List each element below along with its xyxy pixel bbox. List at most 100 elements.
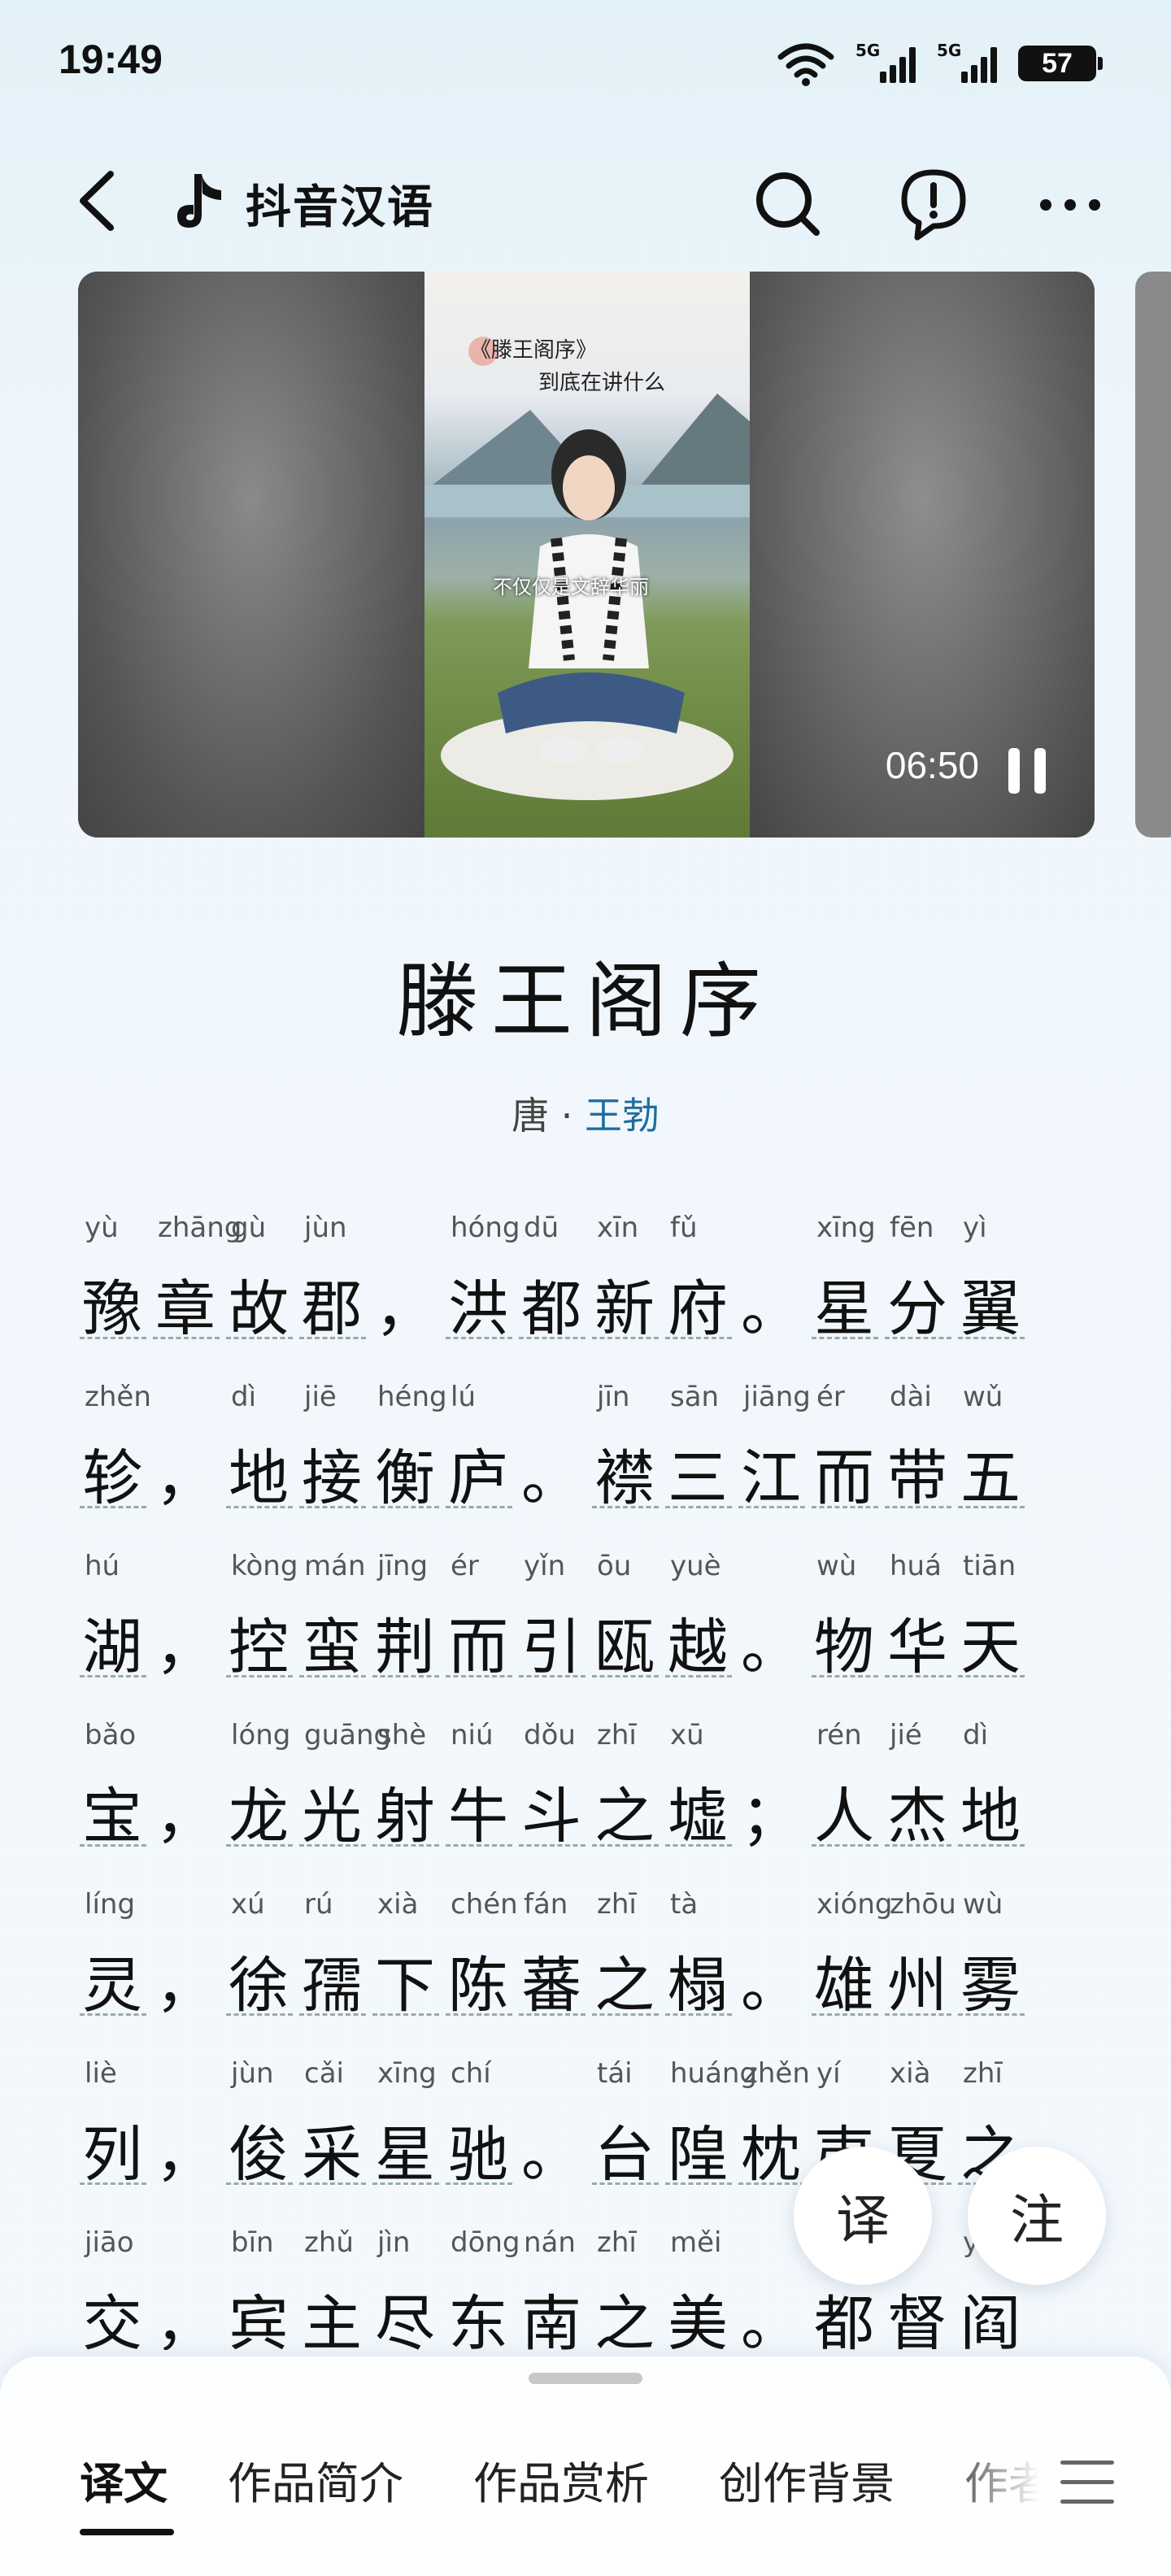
poem-character[interactable]: 带 [882,1429,953,1516]
poem-character[interactable]: 蕃 [516,1937,587,2024]
next-video-card[interactable] [1135,272,1171,838]
search-icon[interactable] [747,163,828,244]
poem-character[interactable]: 宝 [76,1768,148,1855]
poem-character[interactable]: 府 [662,1260,734,1347]
word-underline [80,1675,146,1677]
poem-character[interactable]: 物 [808,1599,880,1686]
poem-character[interactable]: 地 [223,1429,294,1516]
poem-character[interactable]: 陈 [442,1937,514,2024]
tab-appreciation[interactable]: 作品赏析 [473,2448,649,2512]
poem-character[interactable]: 美 [662,2275,734,2350]
poem-character[interactable]: 台 [589,2106,660,2193]
poem-character[interactable]: 雄 [808,1937,880,2024]
poem-character[interactable]: 湖 [76,1599,148,1686]
poem-author-link[interactable]: 王勃 [585,1094,660,1138]
poem-character[interactable]: 之 [589,1937,660,2024]
poem-character[interactable]: 交 [76,2275,148,2350]
poem-line: líng 灵， xú 徐 rú 孺 xià 下 chén 陈 fán 蕃 zhī 之 tà 榻。 xióng 雄 z… [76,1888,1052,2057]
poem-character[interactable]: 光 [296,1768,368,1855]
annotate-button[interactable]: 注 [968,2147,1106,2285]
pinyin: hóng [451,1212,520,1244]
poem-character[interactable]: 牛 [442,1768,514,1855]
poem-character[interactable]: 豫 [76,1260,148,1347]
poem-character[interactable]: 孺 [296,1937,368,2024]
poem-character[interactable]: 州 [882,1937,953,2024]
poem-character[interactable]: 庐 [442,1429,514,1516]
poem-character[interactable]: 翼 [955,1260,1026,1347]
poem-character[interactable]: 地 [955,1768,1026,1855]
poem-character[interactable]: 尽 [369,2275,441,2350]
pinyin: dì [963,1719,989,1751]
menu-icon[interactable] [1060,2457,1114,2506]
poem-character[interactable]: 三 [662,1429,734,1516]
pinyin: xīn [597,1212,639,1244]
video-player[interactable]: 《滕王阁序》 到底在讲什么 不仅仅是文辞华丽 06:50 [78,272,1095,838]
poem-character[interactable]: 新 [589,1260,660,1347]
poem-character[interactable]: 故 [223,1260,294,1347]
poem-character[interactable]: 列 [76,2106,148,2193]
poem-character[interactable]: 驰 [442,2106,514,2193]
poem-character[interactable]: 接 [296,1429,368,1516]
poem-character[interactable]: 采 [296,2106,368,2193]
poem-character[interactable]: 轸 [76,1429,148,1516]
poem-character[interactable]: 分 [882,1260,953,1347]
pause-icon[interactable] [1005,748,1051,794]
poem-character[interactable]: 郡 [296,1260,368,1347]
poem-character[interactable]: 而 [442,1599,514,1686]
poem-character[interactable]: 人 [808,1768,880,1855]
poem-character[interactable]: 榻 [662,1937,734,2024]
pinyin: xióng [816,1888,893,1921]
poem-character[interactable]: 星 [808,1260,880,1347]
poem-character[interactable]: 章 [150,1260,221,1347]
pinyin: zhāng [158,1212,242,1244]
poem-character[interactable]: 荆 [369,1599,441,1686]
poem-character[interactable]: 襟 [589,1429,660,1516]
poem-character[interactable]: 雾 [955,1937,1026,2024]
poem-character[interactable]: 东 [442,2275,514,2350]
poem-character[interactable]: 灵 [76,1937,148,2024]
poem-character[interactable]: 下 [369,1937,441,2024]
poem-character[interactable]: 射 [369,1768,441,1855]
video-title-line1: 《滕王阁序》 [470,338,598,363]
translate-button[interactable]: 译 [794,2147,932,2285]
poem-character[interactable]: 都 [516,1260,587,1347]
poem-character[interactable]: 都 [808,2275,880,2350]
tab-translation[interactable]: 译文 [80,2448,168,2512]
tab-intro[interactable]: 作品简介 [228,2448,403,2512]
poem-character[interactable]: 天 [955,1599,1026,1686]
poem-character[interactable]: 华 [882,1599,953,1686]
poem-character[interactable]: 督 [882,2275,953,2350]
poem-character[interactable]: 而 [808,1429,880,1516]
poem-character[interactable]: 五 [955,1429,1026,1516]
poem-character[interactable]: 杰 [882,1768,953,1855]
tab-background[interactable]: 创作背景 [719,2448,895,2512]
back-icon[interactable] [68,164,133,237]
poem-character[interactable]: 枕 [735,2106,807,2193]
poem-character[interactable]: 衡 [369,1429,441,1516]
poem-character[interactable]: 越 [662,1599,734,1686]
poem-character[interactable]: 瓯 [589,1599,660,1686]
report-icon[interactable] [893,163,974,244]
poem-character[interactable]: 隍 [662,2106,734,2193]
poem-character[interactable]: 阎 [955,2275,1026,2350]
drag-handle[interactable] [529,2373,642,2384]
poem-character[interactable]: 之 [589,1768,660,1855]
more-icon[interactable] [1030,163,1111,244]
poem-character[interactable]: 主 [296,2275,368,2350]
poem-character[interactable]: 控 [223,1599,294,1686]
poem-character[interactable]: 墟 [662,1768,734,1855]
poem-character[interactable]: 之 [589,2275,660,2350]
poem-character[interactable]: 江 [735,1429,807,1516]
poem-character[interactable]: 南 [516,2275,587,2350]
poem-character[interactable]: 龙 [223,1768,294,1855]
word-underline [958,1844,1025,1847]
poem-character[interactable]: 洪 [442,1260,514,1347]
poem-character[interactable]: 斗 [516,1768,587,1855]
poem-character[interactable]: 蛮 [296,1599,368,1686]
poem-character[interactable]: 星 [369,2106,441,2193]
poem-character[interactable]: 宾 [223,2275,294,2350]
pinyin: tà [670,1888,699,1921]
poem-character[interactable]: 引 [516,1599,587,1686]
poem-character[interactable]: 徐 [223,1937,294,2024]
poem-character[interactable]: 俊 [223,2106,294,2193]
